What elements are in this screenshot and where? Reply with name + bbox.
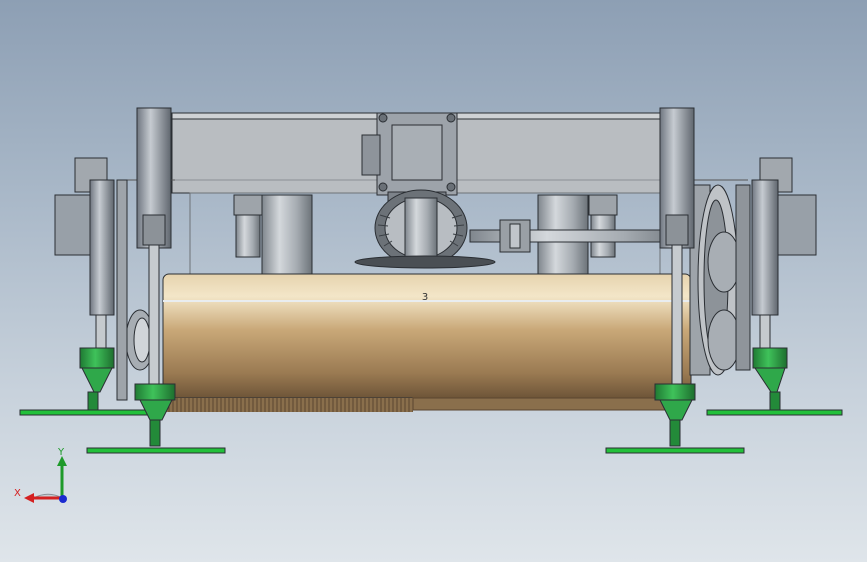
x-axis-label: X [14,488,21,499]
right-pulley [689,184,751,376]
outer-right-cylinder [751,157,817,351]
y-axis-label: Y [57,447,65,458]
sensor-left [233,194,263,258]
cad-viewport[interactable]: 3 Y X [0,0,867,562]
axis-triad: Y X [14,447,67,503]
z-axis-dot-icon [59,495,67,503]
brush-roller: 3 [162,273,692,412]
cad-model-drawing: 3 Y X [14,107,843,503]
drive-gear [354,189,496,269]
sensor-right [588,194,618,258]
x-axis-arrow-icon [24,493,34,503]
roller-mark: 3 [422,292,428,303]
